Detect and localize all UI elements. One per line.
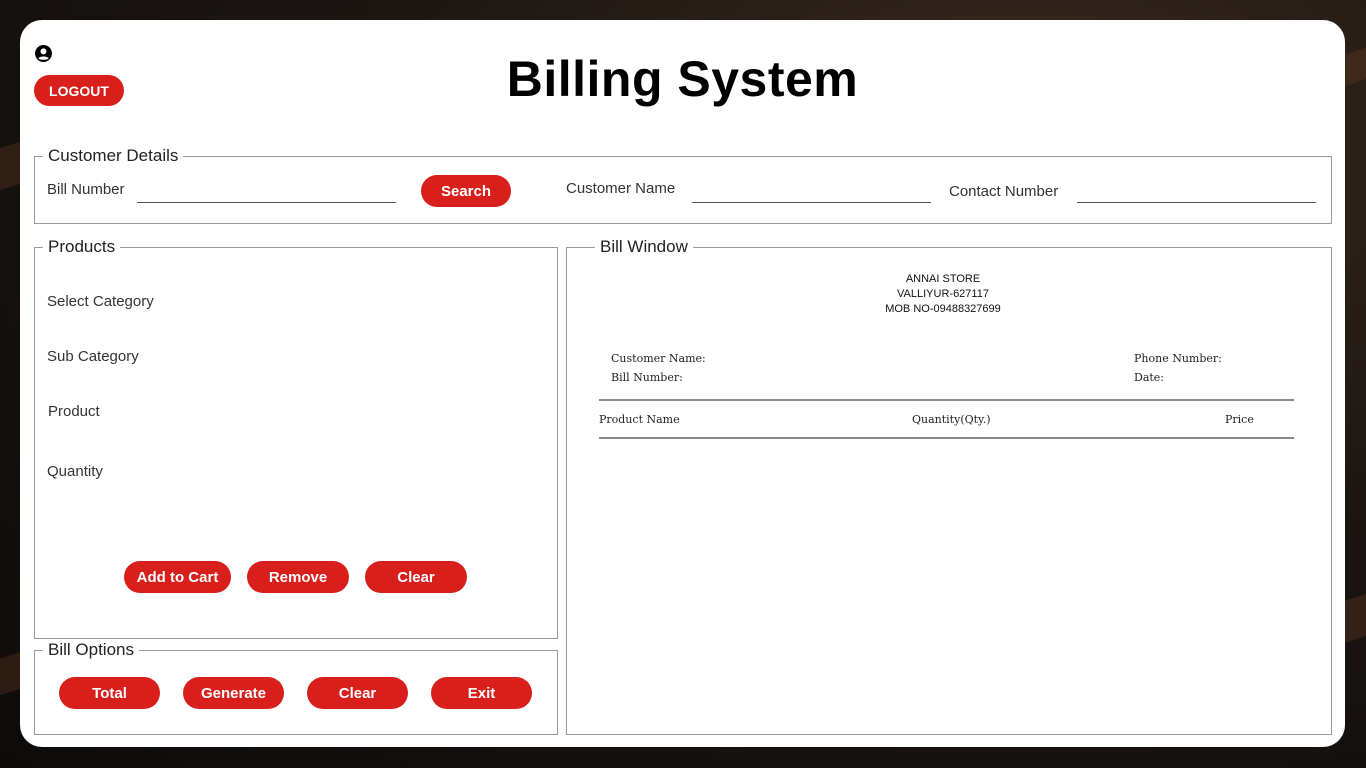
quantity-input[interactable] <box>200 458 540 484</box>
store-address: VALLIYUR-627117 <box>897 288 989 300</box>
col-price: Price <box>1225 413 1254 426</box>
bill-date-label: Date: <box>1134 371 1165 384</box>
add-to-cart-button[interactable]: Add to Cart <box>124 561 231 593</box>
bill-window-legend: Bill Window <box>600 237 688 256</box>
store-phone: MOB NO-09488327699 <box>885 303 1001 315</box>
customer-name-label: Customer Name <box>566 180 676 197</box>
products-legend: Products <box>48 237 116 256</box>
contact-number-input[interactable] <box>1077 202 1316 203</box>
customer-details-legend: Customer Details <box>48 146 179 165</box>
bill-number-field-label: Bill Number: <box>611 371 683 384</box>
exit-button[interactable]: Exit <box>431 677 532 709</box>
search-button[interactable]: Search <box>421 175 511 207</box>
store-name: ANNAI STORE <box>905 273 981 285</box>
select-category-dropdown[interactable] <box>200 288 540 314</box>
contact-number-label: Contact Number <box>949 183 1059 200</box>
bill-divider-top <box>599 399 1294 401</box>
bill-divider-bottom <box>599 437 1294 439</box>
page-title: Billing System <box>506 51 859 107</box>
customer-details-panel: Customer Details <box>34 146 1332 224</box>
col-quantity: Quantity(Qty.) <box>912 413 991 426</box>
store-header: ANNAI STORE VALLIYUR-627117 MOB NO-09488… <box>843 272 1043 317</box>
sub-category-dropdown[interactable] <box>200 343 540 369</box>
product-dropdown[interactable] <box>200 398 540 424</box>
bill-items-area[interactable] <box>599 445 1294 725</box>
sub-category-label: Sub Category <box>47 348 139 365</box>
bill-customer-name-label: Customer Name: <box>611 352 706 365</box>
col-product-name: Product Name <box>599 413 680 426</box>
bill-number-input[interactable] <box>137 202 396 203</box>
bill-options-legend: Bill Options <box>48 640 134 659</box>
bill-number-label: Bill Number <box>47 181 125 198</box>
total-button[interactable]: Total <box>59 677 160 709</box>
select-category-label: Select Category <box>47 293 154 310</box>
main-card: LOGOUT Billing System Customer Details B… <box>20 20 1345 747</box>
clear-products-button[interactable]: Clear <box>365 561 467 593</box>
remove-button[interactable]: Remove <box>247 561 349 593</box>
clear-bill-button[interactable]: Clear <box>307 677 408 709</box>
bill-phone-number-label: Phone Number: <box>1134 352 1222 365</box>
product-label: Product <box>48 403 100 420</box>
customer-name-input[interactable] <box>692 202 931 203</box>
quantity-label: Quantity <box>47 463 103 480</box>
generate-button[interactable]: Generate <box>183 677 284 709</box>
